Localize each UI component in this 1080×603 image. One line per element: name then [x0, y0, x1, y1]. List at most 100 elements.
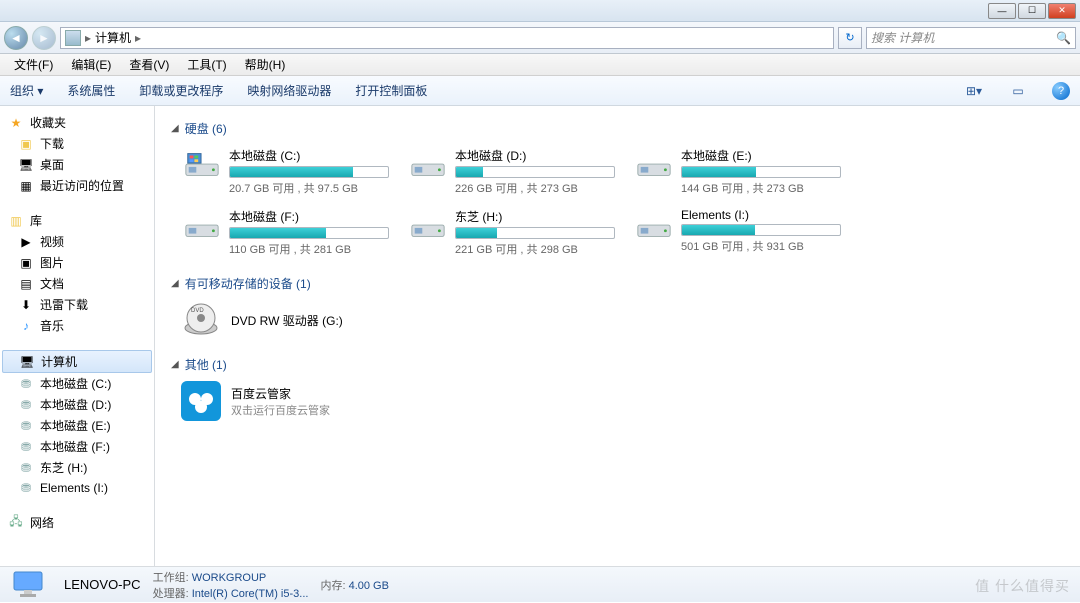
drive-status: 110 GB 可用 , 共 281 GB [229, 241, 389, 257]
drive-usage-bar [455, 227, 615, 239]
drive-item[interactable]: 本地磁盘 (F:) 110 GB 可用 , 共 281 GB [181, 206, 391, 259]
drive-usage-bar [681, 224, 841, 236]
search-input[interactable]: 搜索 计算机 🔍 [866, 27, 1076, 49]
sidebar-computer-header[interactable]: 🖥计算机 [2, 350, 152, 373]
close-button[interactable]: ✕ [1048, 3, 1076, 19]
sidebar-item-documents[interactable]: ▤文档 [0, 273, 154, 294]
drive-icon: ⛃ [18, 376, 34, 392]
sidebar-network-header[interactable]: 🖧网络 [0, 512, 154, 533]
drive-icon: ⛃ [18, 397, 34, 413]
menu-tools[interactable]: 工具(T) [179, 54, 234, 75]
details-computer-name: LENOVO-PC [64, 577, 141, 592]
drive-status: 144 GB 可用 , 共 273 GB [681, 180, 841, 196]
category-removable[interactable]: ◢有可移动存储的设备 (1) [171, 275, 1064, 292]
address-bar[interactable]: ▸ 计算机 ▸ [60, 27, 834, 49]
preview-pane-button[interactable]: ▭ [1008, 81, 1028, 101]
hard-drive-icon [409, 208, 447, 244]
details-pane: LENOVO-PC 工作组: WORKGROUP 处理器: Intel(R) C… [0, 566, 1080, 602]
network-icon: 🖧 [8, 515, 24, 531]
details-workgroup-value: WORKGROUP [192, 572, 267, 584]
menu-view[interactable]: 查看(V) [121, 54, 177, 75]
sidebar-item-desktop[interactable]: 🖥桌面 [0, 154, 154, 175]
category-other[interactable]: ◢其他 (1) [171, 356, 1064, 373]
breadcrumb-sep: ▸ [135, 31, 141, 45]
menu-bar: 文件(F) 编辑(E) 查看(V) 工具(T) 帮助(H) [0, 54, 1080, 76]
breadcrumb-item[interactable]: 计算机 [95, 29, 131, 46]
titlebar: — ☐ ✕ [0, 0, 1080, 22]
view-options-button[interactable]: ⊞▾ [964, 81, 984, 101]
picture-icon: ▣ [18, 255, 34, 271]
dvd-name: DVD RW 驱动器 (G:) [231, 312, 343, 329]
drive-icon: ⛃ [18, 418, 34, 434]
sidebar-drive-c[interactable]: ⛃本地磁盘 (C:) [0, 373, 154, 394]
drive-status: 226 GB 可用 , 共 273 GB [455, 180, 615, 196]
drive-name: 本地磁盘 (C:) [229, 147, 389, 164]
details-mem-value: 4.00 GB [349, 580, 389, 592]
help-button[interactable]: ? [1052, 82, 1070, 100]
collapse-icon: ◢ [171, 123, 179, 134]
menu-help[interactable]: 帮助(H) [237, 54, 294, 75]
drive-name: Elements (I:) [681, 208, 841, 222]
sidebar-drive-f[interactable]: ⛃本地磁盘 (F:) [0, 436, 154, 457]
sidebar-item-xunlei[interactable]: ⬇迅雷下载 [0, 294, 154, 315]
sidebar-drive-d[interactable]: ⛃本地磁盘 (D:) [0, 394, 154, 415]
other-item-baidu[interactable]: 百度云管家 双击运行百度云管家 [181, 381, 1064, 421]
sidebar-libraries-header[interactable]: ▥库 [0, 210, 154, 231]
sidebar-drive-h[interactable]: ⛃东芝 (H:) [0, 457, 154, 478]
hard-drive-icon [635, 147, 673, 183]
sidebar-favorites-header[interactable]: ★收藏夹 [0, 112, 154, 133]
maximize-button[interactable]: ☐ [1018, 3, 1046, 19]
desktop-icon: 🖥 [18, 157, 34, 173]
drive-item[interactable]: 本地磁盘 (D:) 226 GB 可用 , 共 273 GB [407, 145, 617, 198]
sidebar-item-downloads[interactable]: ▣下载 [0, 133, 154, 154]
uninstall-button[interactable]: 卸载或更改程序 [139, 82, 223, 99]
sidebar-drive-e[interactable]: ⛃本地磁盘 (E:) [0, 415, 154, 436]
forward-button[interactable]: ► [32, 26, 56, 50]
other-item-sub: 双击运行百度云管家 [231, 402, 330, 418]
drive-name: 本地磁盘 (F:) [229, 208, 389, 225]
collapse-icon: ◢ [171, 359, 179, 370]
collapse-icon: ◢ [171, 278, 179, 289]
baidu-cloud-icon [181, 381, 221, 421]
drive-status: 221 GB 可用 , 共 298 GB [455, 241, 615, 257]
minimize-button[interactable]: — [988, 3, 1016, 19]
drive-item[interactable]: 本地磁盘 (E:) 144 GB 可用 , 共 273 GB [633, 145, 843, 198]
refresh-button[interactable]: ↻ [838, 27, 862, 49]
search-placeholder: 搜索 计算机 [871, 29, 934, 46]
organize-button[interactable]: 组织 ▾ [10, 82, 43, 99]
document-icon: ▤ [18, 276, 34, 292]
menu-edit[interactable]: 编辑(E) [63, 54, 119, 75]
library-icon: ▥ [8, 213, 24, 229]
control-panel-button[interactable]: 打开控制面板 [355, 82, 427, 99]
toolbar: 组织 ▾ 系统属性 卸载或更改程序 映射网络驱动器 打开控制面板 ⊞▾ ▭ ? [0, 76, 1080, 106]
sidebar-item-music[interactable]: ♪音乐 [0, 315, 154, 336]
drive-usage-bar [455, 166, 615, 178]
drive-item[interactable]: 本地磁盘 (C:) 20.7 GB 可用 , 共 97.5 GB [181, 145, 391, 198]
drive-usage-bar [681, 166, 841, 178]
menu-file[interactable]: 文件(F) [6, 54, 61, 75]
video-icon: ▶ [18, 234, 34, 250]
sidebar: ★收藏夹 ▣下载 🖥桌面 ▦最近访问的位置 ▥库 ▶视频 ▣图片 ▤文档 ⬇迅雷… [0, 106, 155, 566]
category-hdd[interactable]: ◢硬盘 (6) [171, 120, 1064, 137]
system-properties-button[interactable]: 系统属性 [67, 82, 115, 99]
details-mem-label: 内存: [320, 580, 345, 592]
download-icon: ⬇ [18, 297, 34, 313]
recent-icon: ▦ [18, 178, 34, 194]
hard-drive-icon [635, 208, 673, 244]
sidebar-item-pictures[interactable]: ▣图片 [0, 252, 154, 273]
drive-usage-bar [229, 227, 389, 239]
computer-large-icon [10, 570, 52, 600]
back-button[interactable]: ◄ [4, 26, 28, 50]
drive-item[interactable]: 东芝 (H:) 221 GB 可用 , 共 298 GB [407, 206, 617, 259]
drive-item[interactable]: Elements (I:) 501 GB 可用 , 共 931 GB [633, 206, 843, 259]
hard-drive-icon [183, 147, 221, 183]
sidebar-drive-i[interactable]: ⛃Elements (I:) [0, 478, 154, 498]
sidebar-item-videos[interactable]: ▶视频 [0, 231, 154, 252]
content-pane: ◢硬盘 (6) 本地磁盘 (C:) 20.7 GB 可用 , 共 97.5 GB… [155, 106, 1080, 566]
dvd-drive-item[interactable]: DVD DVD RW 驱动器 (G:) [181, 300, 1064, 340]
details-cpu-value: Intel(R) Core(TM) i5-3... [192, 588, 309, 600]
sidebar-item-recent[interactable]: ▦最近访问的位置 [0, 175, 154, 196]
search-icon: 🔍 [1056, 31, 1071, 45]
watermark: 值 什么值得买 [975, 576, 1070, 596]
map-drive-button[interactable]: 映射网络驱动器 [247, 82, 331, 99]
